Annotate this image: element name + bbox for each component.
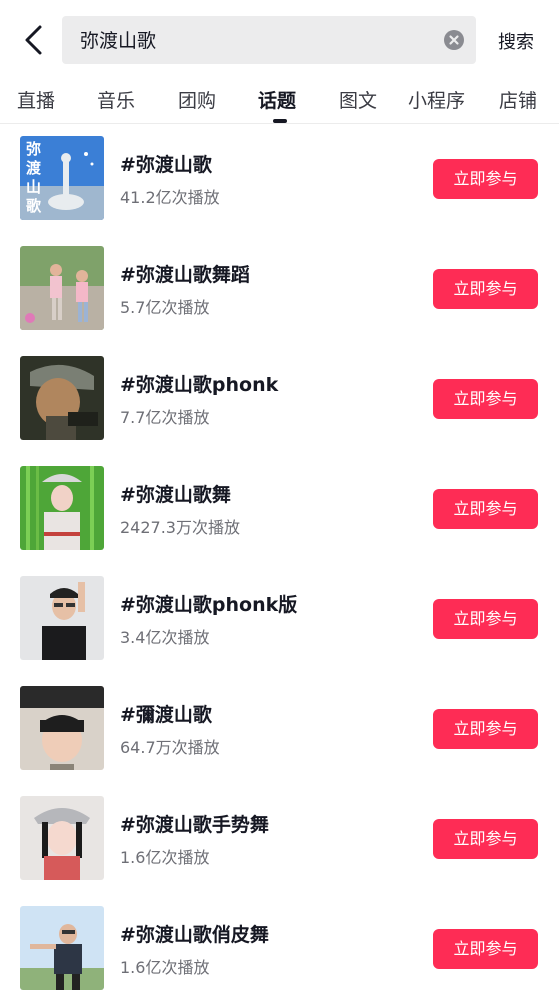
tab-image-text[interactable]: 图文 xyxy=(339,86,377,113)
topic-title: #弥渡山歌舞蹈 xyxy=(120,264,250,286)
join-button[interactable]: 立即参与 xyxy=(433,269,538,309)
join-button[interactable]: 立即参与 xyxy=(433,379,538,419)
top-bar: 搜索 xyxy=(0,0,559,80)
topic-title: #弥渡山歌phonk版 xyxy=(120,594,298,616)
tab-topics[interactable]: 话题 xyxy=(258,86,296,113)
topic-row[interactable]: #弥渡山歌phonk版 3.4亿次播放 立即参与 xyxy=(0,564,559,674)
topic-row[interactable]: 弥渡山歌 #弥渡山歌 41.2亿次播放 立即参与 xyxy=(0,124,559,234)
topic-play-count: 7.7亿次播放 xyxy=(120,408,210,427)
active-tab-indicator xyxy=(273,119,287,123)
join-button[interactable]: 立即参与 xyxy=(433,929,538,969)
topic-title: #弥渡山歌手势舞 xyxy=(120,814,269,836)
topic-thumbnail: 弥渡山歌 xyxy=(20,136,104,220)
search-button[interactable]: 搜索 xyxy=(498,28,534,54)
topic-play-count: 1.6亿次播放 xyxy=(120,958,210,977)
clear-circle-icon xyxy=(449,35,459,45)
search-input[interactable] xyxy=(80,28,430,50)
topic-play-count: 1.6亿次播放 xyxy=(120,848,210,867)
chevron-left-icon xyxy=(25,25,42,55)
topic-thumbnail xyxy=(20,686,104,770)
topic-title: #弥渡山歌phonk xyxy=(120,374,279,396)
topic-thumbnail xyxy=(20,246,104,330)
topic-row[interactable]: #弥渡山歌phonk 7.7亿次播放 立即参与 xyxy=(0,344,559,454)
tab-music[interactable]: 音乐 xyxy=(97,86,135,113)
topic-row[interactable]: #弥渡山歌舞蹈 5.7亿次播放 立即参与 xyxy=(0,234,559,344)
topic-thumbnail xyxy=(20,466,104,550)
topic-row[interactable]: #弥渡山歌俏皮舞 1.6亿次播放 立即参与 xyxy=(0,894,559,1000)
join-button[interactable]: 立即参与 xyxy=(433,819,538,859)
tab-live[interactable]: 直播 xyxy=(17,86,55,113)
topic-title: #彌渡山歌 xyxy=(120,704,212,726)
tab-mini-programs[interactable]: 小程序 xyxy=(408,86,465,113)
topic-thumbnail xyxy=(20,356,104,440)
thumbnail-text: 弥渡山歌 xyxy=(26,140,42,215)
topic-play-count: 2427.3万次播放 xyxy=(120,518,240,537)
join-button[interactable]: 立即参与 xyxy=(433,489,538,529)
topic-row[interactable]: #弥渡山歌舞 2427.3万次播放 立即参与 xyxy=(0,454,559,564)
topic-row[interactable]: #彌渡山歌 64.7万次播放 立即参与 xyxy=(0,674,559,784)
topic-play-count: 5.7亿次播放 xyxy=(120,298,210,317)
topic-row[interactable]: #弥渡山歌手势舞 1.6亿次播放 立即参与 xyxy=(0,784,559,894)
join-button[interactable]: 立即参与 xyxy=(433,159,538,199)
search-box[interactable] xyxy=(62,16,476,64)
join-button[interactable]: 立即参与 xyxy=(433,709,538,749)
topic-play-count: 3.4亿次播放 xyxy=(120,628,210,647)
topic-title: #弥渡山歌 xyxy=(120,154,212,176)
topic-play-count: 41.2亿次播放 xyxy=(120,188,220,207)
clear-button[interactable] xyxy=(444,30,464,50)
tab-stores[interactable]: 店铺 xyxy=(499,86,537,113)
topic-thumbnail xyxy=(20,576,104,660)
topic-title: #弥渡山歌舞 xyxy=(120,484,231,506)
back-button[interactable] xyxy=(18,20,52,60)
topic-thumbnail xyxy=(20,906,104,990)
tab-group-buy[interactable]: 团购 xyxy=(178,86,216,113)
category-tabs: 直播 音乐 团购 话题 图文 小程序 店铺 xyxy=(0,80,559,124)
topic-thumbnail xyxy=(20,796,104,880)
topic-title: #弥渡山歌俏皮舞 xyxy=(120,924,269,946)
topic-play-count: 64.7万次播放 xyxy=(120,738,220,757)
join-button[interactable]: 立即参与 xyxy=(433,599,538,639)
